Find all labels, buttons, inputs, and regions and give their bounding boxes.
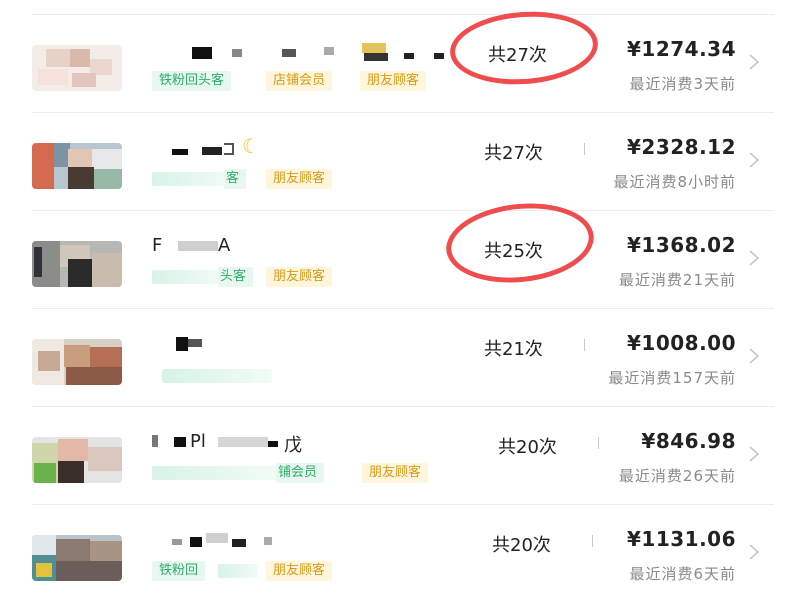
- avatar: [32, 535, 122, 581]
- blurred-tag: [162, 369, 272, 383]
- customer-row[interactable]: ☾ 客 朋友顾客 共27次 ¥2328.12 最近消费8小时前: [32, 112, 774, 210]
- name-prefix: Pl: [190, 431, 206, 452]
- chevron-right-icon[interactable]: [748, 53, 760, 71]
- total-amount: ¥846.98: [641, 429, 736, 453]
- total-amount: ¥1368.02: [626, 233, 736, 257]
- chevron-right-icon[interactable]: [748, 347, 760, 365]
- visit-count: 共25次: [484, 241, 543, 262]
- visit-count: 共27次: [484, 143, 543, 164]
- name-prefix: F: [152, 235, 163, 256]
- total-amount: ¥1008.00: [626, 331, 736, 355]
- avatar: [32, 437, 122, 483]
- avatar: [32, 45, 122, 91]
- customer-name: F A: [152, 235, 432, 259]
- total-amount: ¥1131.06: [626, 527, 736, 551]
- customer-row[interactable]: Pl 戊 铺会员 朋友顾客 共20次 ¥846.98 最近消费26天前: [32, 406, 774, 504]
- divider: [592, 535, 593, 547]
- tag-customer: 客: [224, 169, 247, 189]
- blurred-tag: [218, 564, 258, 578]
- name-suffix: A: [218, 235, 231, 256]
- customer-list: 铁粉回头客 店铺会员 朋友顾客 共27次 ¥1274.34 最近消费3天前 ☾ …: [32, 0, 774, 600]
- customer-name: [152, 39, 444, 63]
- customer-tags: 头客 朋友顾客: [152, 267, 472, 287]
- customer-name: [152, 529, 432, 553]
- last-purchase: 最近消费157天前: [608, 369, 736, 387]
- blurred-tag: [152, 466, 278, 480]
- visit-count: 共20次: [498, 437, 557, 458]
- customer-row[interactable]: 铁粉回 朋友顾客 共20次 ¥1131.06 最近消费6天前: [32, 504, 774, 600]
- tag-returning: 头客: [218, 267, 254, 287]
- tag-friend-customer: 朋友顾客: [362, 463, 429, 483]
- tag-friend-customer: 朋友顾客: [360, 71, 427, 91]
- avatar: [32, 339, 122, 385]
- customer-tags: 铺会员 朋友顾客: [152, 463, 472, 483]
- tag-friend-customer: 朋友顾客: [266, 561, 333, 581]
- customer-tags: [152, 365, 472, 385]
- avatar: [32, 143, 122, 189]
- tag-friend-customer: 朋友顾客: [266, 169, 333, 189]
- last-purchase: 最近消费26天前: [618, 467, 736, 485]
- customer-tags: 客 朋友顾客: [152, 169, 472, 189]
- chevron-right-icon[interactable]: [748, 249, 760, 267]
- name-suffix: 戊: [284, 435, 302, 456]
- customer-tags: 铁粉回 朋友顾客: [152, 561, 472, 581]
- customer-row[interactable]: F A 头客 朋友顾客 共25次 ¥1368.02 最近消费21天前: [32, 210, 774, 308]
- visit-count: 共21次: [484, 339, 543, 360]
- total-amount: ¥1274.34: [626, 37, 736, 61]
- customer-name: ☾: [152, 134, 432, 161]
- crescent-moon-icon: ☾: [242, 134, 260, 158]
- tag-loyal: 铁粉回: [152, 561, 206, 581]
- customer-name: [152, 333, 432, 357]
- tag-loyal-returning: 铁粉回头客: [152, 71, 232, 91]
- last-purchase: 最近消费21天前: [618, 271, 736, 289]
- chevron-right-icon[interactable]: [748, 445, 760, 463]
- last-purchase: 最近消费6天前: [629, 565, 736, 583]
- tag-store-member: 铺会员: [276, 463, 325, 483]
- divider: [598, 437, 599, 449]
- blurred-tag: [152, 172, 230, 186]
- blurred-tag: [152, 270, 220, 284]
- last-purchase: 最近消费8小时前: [613, 173, 736, 191]
- visit-count: 共27次: [488, 45, 547, 66]
- customer-name: Pl 戊: [152, 431, 432, 456]
- visit-count: 共20次: [492, 535, 551, 556]
- tag-friend-customer: 朋友顾客: [266, 267, 333, 287]
- last-purchase: 最近消费3天前: [629, 75, 736, 93]
- tag-store-member: 店铺会员: [266, 71, 333, 91]
- chevron-right-icon[interactable]: [748, 151, 760, 169]
- chevron-right-icon[interactable]: [748, 543, 760, 561]
- avatar: [32, 241, 122, 287]
- divider: [584, 339, 585, 351]
- customer-row[interactable]: 铁粉回头客 店铺会员 朋友顾客 共27次 ¥1274.34 最近消费3天前: [32, 14, 774, 112]
- divider: [584, 143, 585, 155]
- total-amount: ¥2328.12: [626, 135, 736, 159]
- customer-row[interactable]: 共21次 ¥1008.00 最近消费157天前: [32, 308, 774, 406]
- customer-tags: 铁粉回头客 店铺会员 朋友顾客: [152, 71, 472, 91]
